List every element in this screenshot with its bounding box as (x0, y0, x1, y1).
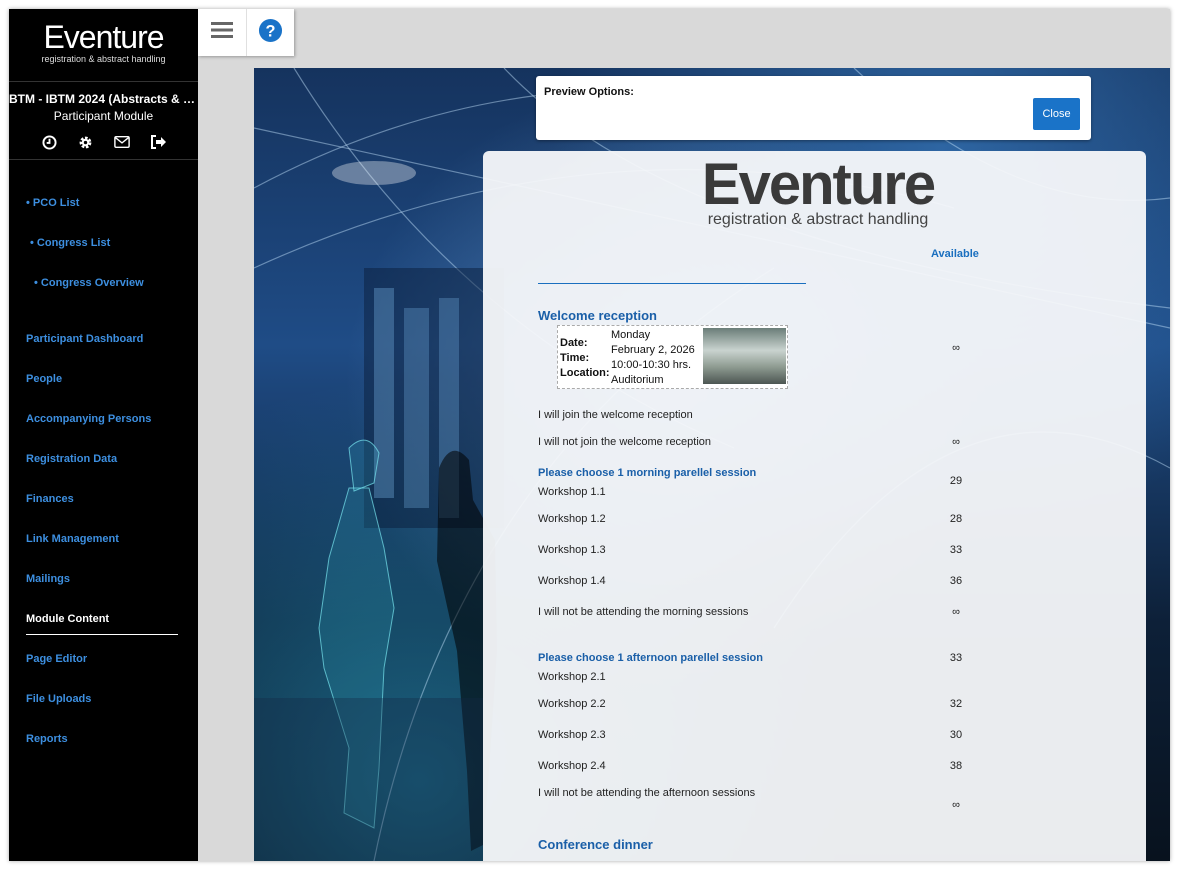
conference-dinner-title: Conference dinner (538, 837, 653, 852)
logout-icon[interactable] (150, 134, 166, 150)
sidebar: Eventure registration & abstract handlin… (9, 9, 198, 861)
date-label: Date: (560, 337, 588, 349)
morning-session-title: Please choose 1 morning parellel session (538, 467, 757, 479)
menu-button[interactable] (198, 9, 247, 56)
hamburger-icon (210, 21, 233, 44)
afternoon-session-title: Please choose 1 afternoon parellel sessi… (538, 652, 763, 664)
option-not-join-welcome[interactable]: I will not join the welcome reception (538, 436, 711, 448)
sidebar-item-file-uploads[interactable]: File Uploads (26, 693, 91, 705)
welcome-availability: ∞ (952, 342, 960, 354)
page-preview: Preview Options: Close Eventure registra… (254, 68, 1170, 861)
option-join-welcome[interactable]: I will join the welcome reception (538, 409, 693, 421)
event-day: Monday (611, 329, 651, 341)
option-no-afternoon-sessions[interactable]: I will not be attending the afternoon se… (538, 787, 755, 799)
sidebar-item-registration-data[interactable]: Registration Data (26, 453, 117, 465)
availability-not-join-welcome: ∞ (952, 436, 960, 448)
card-logo: Eventure registration & abstract handlin… (693, 155, 943, 229)
sidebar-item-link-management[interactable]: Link Management (26, 533, 119, 545)
option-workshop-1-3[interactable]: Workshop 1.3 (538, 544, 606, 556)
mail-icon[interactable] (113, 134, 130, 150)
option-workshop-1-4[interactable]: Workshop 1.4 (538, 575, 606, 587)
section-divider (538, 283, 806, 284)
sidebar-logo[interactable]: Eventure registration & abstract handlin… (9, 9, 198, 82)
option-workshop-2-3[interactable]: Workshop 2.3 (538, 729, 606, 741)
availability-no-morning-sessions: ∞ (952, 606, 960, 618)
preview-options-panel: Preview Options: Close (536, 76, 1091, 140)
event-time: 10:00-10:30 hrs. (611, 359, 692, 371)
sidebar-item-accompanying-persons[interactable]: Accompanying Persons (26, 413, 151, 425)
location-label: Location: (560, 367, 610, 379)
option-no-morning-sessions[interactable]: I will not be attending the morning sess… (538, 606, 748, 618)
availability-workshop-1-2: 28 (949, 513, 963, 525)
help-icon: ? (258, 18, 283, 48)
availability-workshop-2-1: 33 (949, 652, 963, 664)
option-workshop-1-2[interactable]: Workshop 1.2 (538, 513, 606, 525)
svg-text:?: ? (265, 22, 275, 40)
preview-options-title: Preview Options: (544, 86, 634, 98)
module-name: Participant Module (53, 109, 154, 123)
sidebar-icon-bar (9, 123, 198, 160)
card-logo-text: Eventure (701, 152, 936, 217)
availability-workshop-1-3: 33 (949, 544, 963, 556)
event-info-labels: Date: Time: Location: (560, 336, 610, 381)
availability-workshop-1-1: 29 (949, 475, 963, 487)
top-toolbar: ? (198, 9, 294, 56)
logo-text: Eventure (43, 19, 164, 55)
sidebar-item-congress-list[interactable]: • Congress List (30, 237, 110, 249)
event-location: Auditorium (611, 374, 664, 386)
available-header: Available (931, 248, 979, 260)
close-button[interactable]: Close (1033, 98, 1080, 130)
active-indicator (26, 634, 178, 635)
help-button[interactable]: ? (247, 9, 295, 56)
sidebar-item-participant-dashboard[interactable]: Participant Dashboard (26, 333, 143, 345)
event-info-values: Monday February 2, 2026 10:00-10:30 hrs.… (611, 328, 695, 388)
event-date: February 2, 2026 (611, 344, 695, 356)
option-workshop-2-1[interactable]: Workshop 2.1 (538, 671, 606, 683)
registration-form-card: Eventure registration & abstract handlin… (483, 151, 1146, 861)
gear-icon[interactable] (77, 134, 93, 150)
availability-no-afternoon-sessions: ∞ (952, 799, 960, 811)
sidebar-item-mailings[interactable]: Mailings (26, 573, 70, 585)
clock-icon[interactable] (41, 134, 57, 150)
welcome-reception-title: Welcome reception (538, 308, 657, 323)
sidebar-item-page-editor[interactable]: Page Editor (26, 653, 87, 665)
option-workshop-1-1[interactable]: Workshop 1.1 (538, 486, 606, 498)
option-workshop-2-2[interactable]: Workshop 2.2 (538, 698, 606, 710)
sidebar-item-pco-list[interactable]: • PCO List (26, 197, 79, 209)
option-workshop-2-4[interactable]: Workshop 2.4 (538, 760, 606, 772)
sidebar-item-module-content[interactable]: Module Content (26, 613, 109, 625)
logo-tagline: registration & abstract handling (41, 54, 166, 64)
availability-workshop-2-4: 38 (949, 760, 963, 772)
availability-workshop-1-4: 36 (949, 575, 963, 587)
congress-title: BTM - IBTM 2024 (Abstracts & Par... (9, 92, 198, 106)
card-logo-tagline: registration & abstract handling (707, 211, 929, 228)
availability-workshop-2-2: 32 (949, 698, 963, 710)
time-label: Time: (560, 352, 590, 364)
sidebar-item-congress-overview[interactable]: • Congress Overview (34, 277, 144, 289)
event-photo (703, 328, 786, 384)
event-info-box: Date: Time: Location: Monday February 2,… (557, 325, 788, 389)
availability-workshop-2-3: 30 (949, 729, 963, 741)
app-window: Eventure registration & abstract handlin… (9, 9, 1170, 861)
sidebar-item-finances[interactable]: Finances (26, 493, 74, 505)
sidebar-item-reports[interactable]: Reports (26, 733, 68, 745)
sidebar-item-people[interactable]: People (26, 373, 62, 385)
